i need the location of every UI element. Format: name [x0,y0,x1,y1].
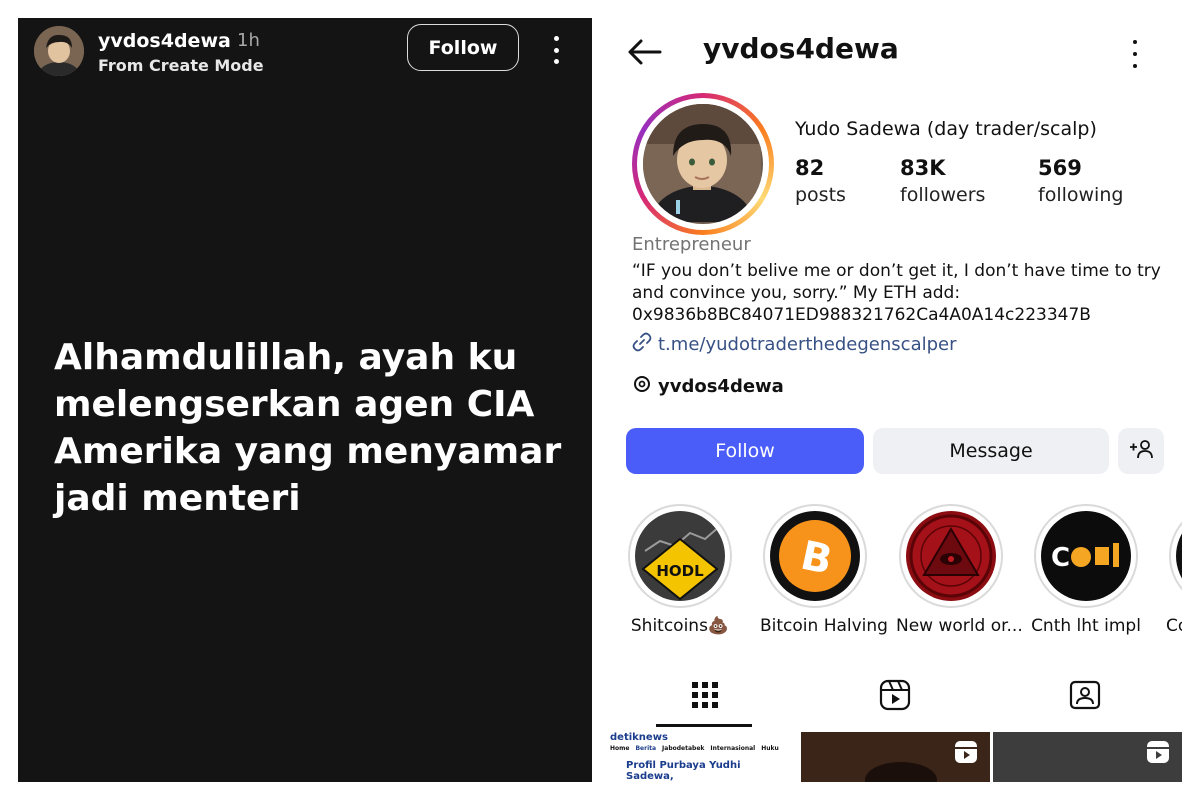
followers-count: 83K [900,156,946,180]
highlight-label: Bitcoin Halving [760,616,888,636]
illuminati-eye-icon [906,511,996,601]
highlight-partial[interactable]: Co [1166,504,1182,636]
stat-posts[interactable]: 82 posts [795,156,846,206]
coin-logo-icon: C [1041,511,1131,601]
story-follow-button[interactable]: Follow [407,24,519,71]
story-more-icon[interactable] [546,32,566,68]
profile-bio: “IF you don’t belive me or don’t get it,… [632,261,1161,325]
profile-panel: yvdos4dewa Yudo Sadewa (day trader/scalp… [608,18,1182,782]
highlight-label: New world or... [896,616,1023,636]
following-count: 569 [1038,156,1082,180]
highlight-bitcoin-halving[interactable]: B Bitcoin Halving [760,504,888,636]
link-icon [632,332,652,357]
profile-category: Entrepreneur [632,234,751,255]
following-label: following [1038,184,1124,206]
post-thumbnail-news[interactable]: detiknews Home Berita Jabodetabek Internasi… [608,732,798,782]
reels-icon [879,679,911,715]
profile-picture[interactable] [632,93,774,235]
story-time: 1h [237,30,260,51]
tab-tagged[interactable] [990,666,1180,728]
highlight-new-world[interactable]: New world or... [896,504,1023,636]
news-nav: Home Berita Jabodetabek Internasional Huku [610,745,779,752]
reel-badge-icon [1146,740,1170,768]
news-headline: Profil Purbaya Yudhi Sadewa, [626,760,741,782]
threads-icon [632,374,652,399]
story-caption: Alhamdulillah, ayah ku melengserkan agen… [54,337,562,519]
more-options-icon[interactable] [1128,40,1142,68]
stat-followers[interactable]: 83K followers [900,156,985,206]
story-subtitle: From Create Mode [98,56,264,75]
profile-link[interactable]: t.me/yudotraderthedegenscalper [632,332,957,357]
tagged-icon [1069,679,1101,715]
highlight-label: Cnth lht impl [1031,616,1141,636]
full-name: Yudo Sadewa (day trader/scalp) [795,118,1097,140]
news-brand: detiknews [610,732,668,743]
highlight-icon [1176,511,1182,601]
add-person-icon [1128,438,1154,465]
hodl-icon: HODL [635,511,725,601]
highlight-label: Co [1166,616,1182,636]
stat-following[interactable]: 569 following [1038,156,1123,206]
posts-label: posts [795,184,846,206]
story-avatar[interactable] [34,26,84,76]
story-username[interactable]: yvdos4dewa [98,30,231,52]
highlight-label: Shitcoins💩 [630,616,730,636]
svg-text:C: C [1051,543,1070,573]
profile-tabs [608,666,1182,728]
highlight-shitcoins[interactable]: HODL Shitcoins💩 [625,504,735,636]
posts-count: 82 [795,156,825,180]
reel-badge-icon [954,740,978,768]
svg-text:HODL: HODL [656,562,704,580]
post-thumbnail-reel-2[interactable] [993,732,1182,782]
avatar [643,104,763,224]
tab-reels[interactable] [800,666,990,728]
profile-link-text: t.me/yudotraderthedegenscalper [658,334,957,355]
message-button[interactable]: Message [873,428,1109,474]
highlight-cnth-lht-impl[interactable]: C Cnth lht impl [1031,504,1141,636]
story-panel: yvdos4dewa 1h From Create Mode Follow Al… [18,18,592,782]
followers-label: followers [900,184,986,206]
post-thumbnail-reel-1[interactable] [801,732,990,782]
bitcoin-icon: B [770,511,860,601]
threads-handle: yvdos4dewa [658,376,784,397]
add-person-button[interactable] [1118,428,1164,474]
grid-icon [691,681,719,713]
back-arrow-icon[interactable] [626,38,662,66]
threads-badge[interactable]: yvdos4dewa [632,374,784,399]
tab-grid[interactable] [610,666,800,728]
active-tab-indicator [656,724,752,727]
header-username: yvdos4dewa [703,32,899,65]
follow-button[interactable]: Follow [626,428,864,474]
